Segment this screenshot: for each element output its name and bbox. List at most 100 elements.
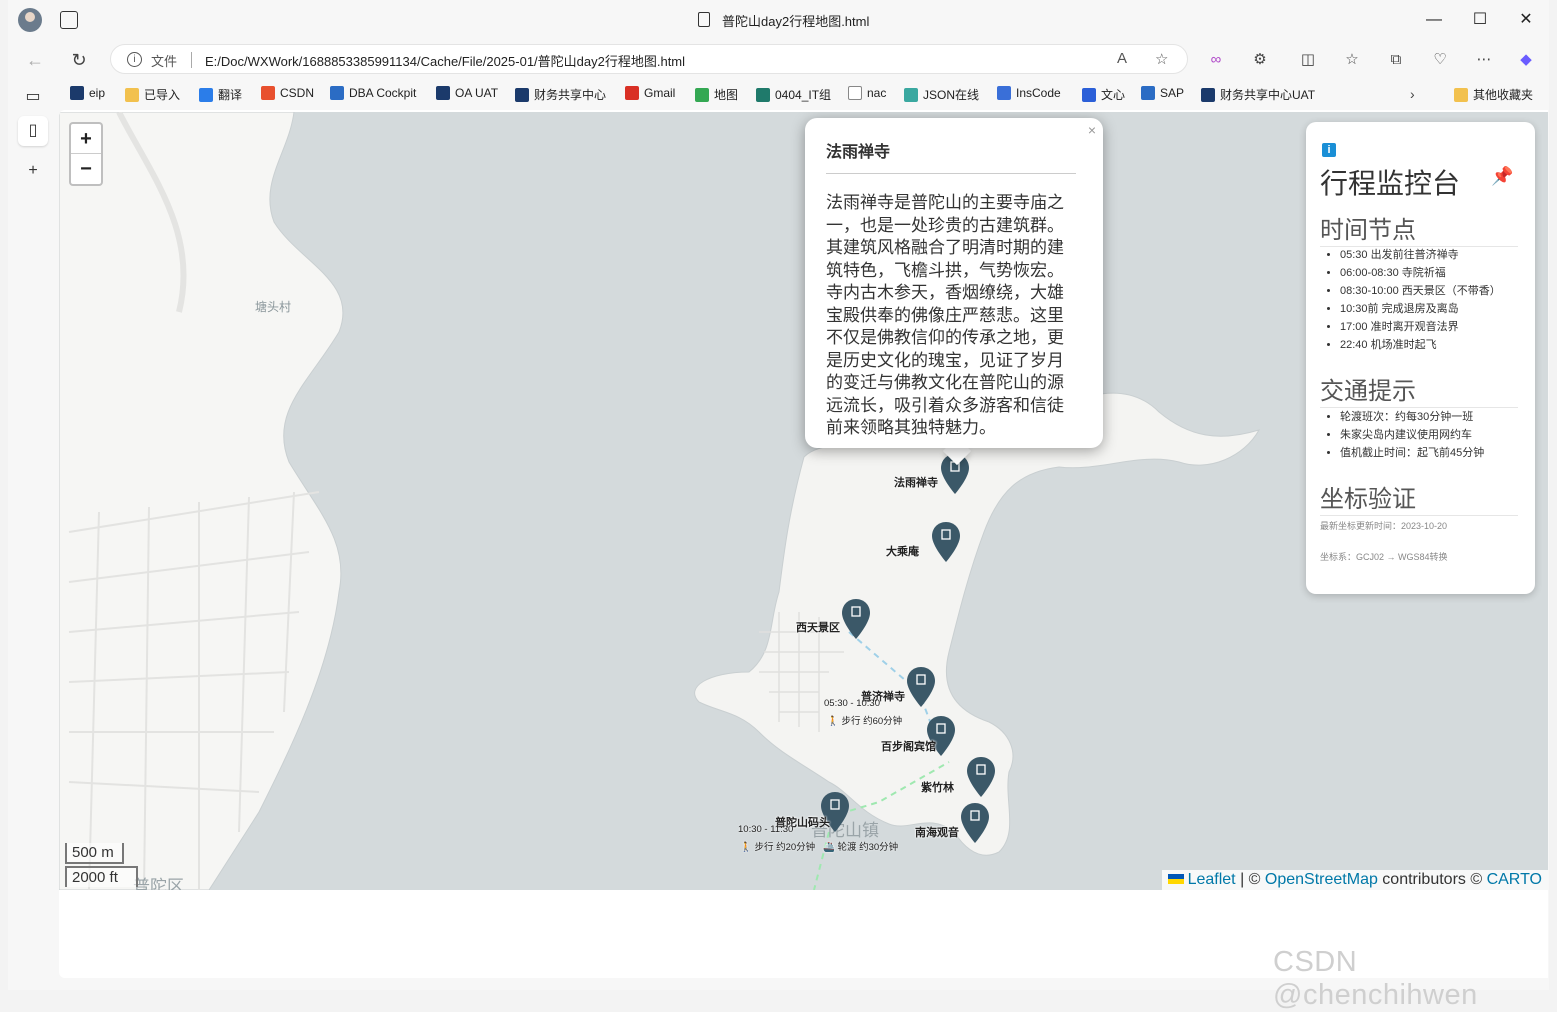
zoom-control: + − [69, 122, 103, 186]
map-pin-icon[interactable] [931, 522, 961, 562]
vertical-tabs-sidebar: ▭ ▯ + [8, 78, 58, 990]
bookmark-translate[interactable]: 翻译 [199, 86, 242, 103]
coord-updated-text: 最新坐标更新时间：2023-10-20 [1320, 521, 1448, 531]
refresh-icon[interactable]: ↻ [66, 47, 92, 73]
address-bar[interactable]: i 文件 E:/Doc/WXWork/1688853385991134/Cach… [110, 44, 1188, 74]
attribution-separator: | © [1235, 871, 1265, 888]
bookmark-it-group[interactable]: 0404_IT组 [756, 86, 831, 103]
map-icon [695, 88, 709, 102]
chevron-right-icon[interactable]: › [1410, 86, 1415, 102]
popup-description: 法雨禅寺是普陀山的主要寺庙之一，也是一处珍贵的古建筑群。其建筑风格融合了明清时期… [826, 193, 1064, 437]
bookmark-csdn[interactable]: CSDN [261, 86, 314, 100]
marker-label: 西天景区 [796, 622, 840, 634]
map-attribution: Leaflet | © OpenStreetMap contributors ©… [1161, 870, 1548, 890]
performance-icon[interactable]: ♡ [1430, 50, 1450, 70]
bookmark-oa-uat[interactable]: OA UAT [436, 86, 498, 100]
extensions-icon[interactable]: ⚙ [1250, 50, 1270, 70]
sidebar-toggle-icon[interactable]: ▭ [18, 82, 48, 112]
popup-divider [826, 173, 1076, 174]
marker-label: 紫竹林 [921, 782, 954, 794]
bookmark-sap[interactable]: SAP [1141, 86, 1184, 100]
bookmark-eip[interactable]: eip [70, 86, 105, 100]
route-time-label: 05:30 - 10:30 [824, 698, 880, 709]
marker-label: 南海观音 [915, 827, 959, 839]
minimize-button[interactable]: — [1422, 8, 1446, 32]
map-pin-icon[interactable] [960, 803, 990, 843]
bookmark-finance[interactable]: 财务共享中心 [515, 86, 606, 103]
title-bar: 普陀山day2行程地图.html — ☐ ✕ [8, 0, 1549, 40]
url-text[interactable]: E:/Doc/WXWork/1688853385991134/Cache/Fil… [205, 51, 685, 70]
scale-metric: 500 m [65, 843, 124, 864]
list-item: 06:00-08:30 寺院祈福 [1340, 264, 1501, 282]
wenxin-icon [1082, 88, 1096, 102]
tab-actions-icon[interactable] [60, 11, 78, 29]
coord-system-text: 坐标系：GCJ02 → WGS84转换 [1320, 552, 1448, 562]
bookmark-wenxin[interactable]: 文心 [1082, 86, 1125, 103]
leaflet-map[interactable]: 塘头村 普陀山镇 普陀区 + − 法雨禅寺 大乘庵 西天景区 普济禅寺 百步阁宾… [59, 112, 1548, 890]
close-button[interactable]: ✕ [1514, 8, 1538, 32]
zoom-in-button[interactable]: + [71, 124, 101, 154]
read-aloud-icon[interactable]: A [1117, 50, 1127, 67]
zoom-out-button[interactable]: − [71, 154, 101, 184]
profile-avatar[interactable] [18, 8, 42, 32]
folder-icon [125, 88, 139, 102]
marker-label: 百步阁宾馆 [881, 741, 936, 753]
new-tab-icon[interactable]: + [18, 156, 48, 186]
page-icon [848, 86, 862, 100]
bookmark-inscode[interactable]: InsCode [997, 86, 1061, 100]
place-label-district: 普陀区 [133, 877, 184, 890]
place-label-village: 塘头村 [255, 300, 292, 314]
bookmark-map[interactable]: 地图 [695, 86, 738, 103]
favorites-icon[interactable]: ☆ [1342, 50, 1362, 70]
eip-icon [70, 86, 84, 100]
json-icon [904, 88, 918, 102]
bookmark-nac[interactable]: nac [848, 86, 886, 100]
map-pin-icon[interactable] [906, 667, 936, 707]
map-pin-icon[interactable] [966, 757, 996, 797]
page-viewport: 塘头村 普陀山镇 普陀区 + − 法雨禅寺 大乘庵 西天景区 普济禅寺 百步阁宾… [59, 110, 1548, 978]
copilot-icon[interactable]: ◆ [1516, 50, 1536, 70]
info-icon[interactable]: i [127, 52, 142, 67]
route-mode-label: 🚶 步行 约20分钟 [740, 842, 816, 853]
popup-close-button[interactable]: × [1088, 122, 1096, 138]
bookmark-finance-uat[interactable]: 财务共享中心UAT [1201, 86, 1315, 103]
split-screen-icon[interactable]: ◫ [1298, 50, 1318, 70]
section-time-heading: 时间节点 [1320, 210, 1518, 247]
osm-link[interactable]: OpenStreetMap [1265, 871, 1378, 888]
list-item: 17:00 准时离开观音法界 [1340, 318, 1501, 336]
list-item: 轮渡班次：约每30分钟一班 [1340, 408, 1484, 426]
info-icon: i [1322, 143, 1336, 157]
favorite-star-icon[interactable]: ☆ [1155, 50, 1168, 68]
bookmark-gmail[interactable]: Gmail [625, 86, 675, 100]
traffic-list: 轮渡班次：约每30分钟一班 朱家尖岛内建议使用网约车 值机截止时间：起飞前45分… [1340, 408, 1484, 462]
more-menu-icon[interactable]: ⋯ [1474, 50, 1494, 70]
tab-title[interactable]: 普陀山day2行程地图.html [722, 11, 869, 30]
maximize-button[interactable]: ☐ [1468, 8, 1492, 32]
route-ferry-label: 🚢 轮渡 约30分钟 [823, 842, 899, 853]
address-separator [191, 52, 192, 68]
bookmark-imported[interactable]: 已导入 [125, 86, 180, 103]
list-item: 值机截止时间：起飞前45分钟 [1340, 444, 1484, 462]
leaflet-link[interactable]: Leaflet [1188, 871, 1236, 888]
back-icon[interactable]: ← [22, 47, 48, 73]
bookmark-dba-cockpit[interactable]: DBA Cockpit [330, 86, 416, 100]
section-traffic-heading: 交通提示 [1320, 371, 1518, 408]
bookmarks-bar: eip 已导入 翻译 CSDN DBA Cockpit OA UAT 财务共享中… [8, 80, 1549, 108]
section-coord-heading: 坐标验证 [1320, 479, 1518, 516]
inscode-icon [997, 86, 1011, 100]
map-pin-icon[interactable] [841, 599, 871, 639]
marker-label: 法雨禅寺 [894, 477, 938, 489]
watermark: CSDN @chenchihwen [1273, 946, 1478, 1011]
bookmark-json[interactable]: JSON在线 [904, 86, 979, 103]
oa-icon [436, 86, 450, 100]
active-tab-icon[interactable]: ▯ [18, 116, 48, 146]
document-icon [698, 12, 710, 27]
marker-label: 大乘庵 [886, 546, 919, 558]
carto-link[interactable]: CARTO [1487, 871, 1542, 888]
scheme-label: 文件 [151, 54, 178, 69]
copilot-ext-icon[interactable]: ∞ [1206, 50, 1226, 70]
csdn-icon [261, 86, 275, 100]
time-list: 05:30 出发前往普济禅寺 06:00-08:30 寺院祈福 08:30-10… [1340, 246, 1501, 354]
bookmark-other-favorites[interactable]: 其他收藏夹 [1454, 86, 1533, 103]
collections-icon[interactable]: ⧉ [1386, 50, 1406, 70]
